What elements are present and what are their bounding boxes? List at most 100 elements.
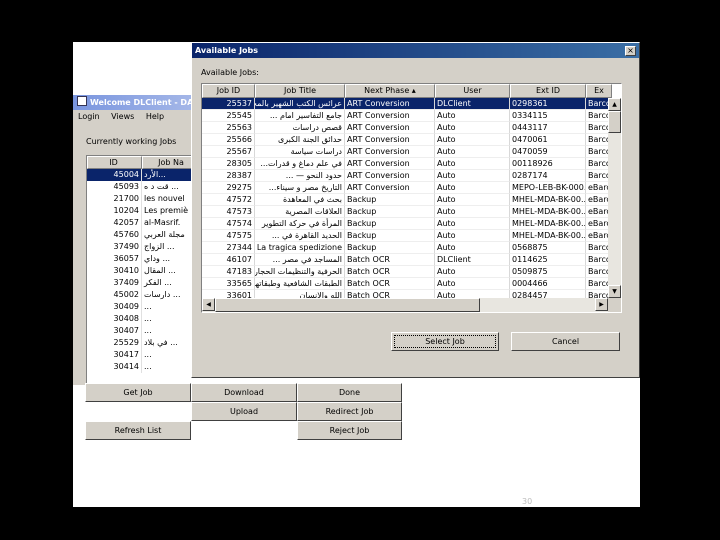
table-row[interactable]: 25567 دراسات سياسة ART Conversion Auto 04700… [202, 146, 612, 158]
job-id-cell: 28387 [202, 170, 255, 182]
scroll-down-icon[interactable]: ▼ [608, 285, 621, 298]
table-row[interactable]: 30410 المقال ... [87, 265, 198, 277]
user-cell: Auto [435, 158, 510, 170]
table-row[interactable]: 30407... [87, 325, 198, 337]
job-id-cell: 30414 [87, 361, 142, 373]
table-row[interactable]: 47572 بحث في المعاهدة Backup Auto MHEL-MDA-B… [202, 194, 612, 206]
column-header-job-title[interactable]: Job Title [255, 84, 345, 98]
table-row[interactable]: 25566 حدائق الجنة الكبرى ART Conversion Aut… [202, 134, 612, 146]
scroll-left-icon[interactable]: ◀ [202, 298, 215, 311]
column-header-ex[interactable]: Ex [586, 84, 612, 98]
table-row[interactable]: 47574 المرأة في حركة التطوير Backup Auto MHE… [202, 218, 612, 230]
table-row[interactable]: 29275 التاريخ مصر و سيناء... ART Conversio… [202, 182, 612, 194]
ext-id-cell: 0004466 [510, 278, 586, 290]
menu-views[interactable]: Views [111, 112, 134, 121]
table-row[interactable]: 45760 مجلة العربي [87, 229, 198, 241]
currently-working-label: Currently working Jobs [86, 137, 177, 146]
next-phase-label: Next Phase [364, 86, 410, 95]
next-phase-cell: Backup [345, 230, 435, 242]
user-cell: Auto [435, 182, 510, 194]
job-id-cell: 46107 [202, 254, 255, 266]
vertical-scroll-thumb[interactable] [608, 111, 621, 133]
table-row[interactable]: 30408... [87, 313, 198, 325]
sort-arrow-icon: ▴ [411, 86, 416, 95]
column-header-job-id[interactable]: Job ID [202, 84, 255, 98]
job-name-cell: المقال ... [142, 265, 198, 277]
job-id-cell: 47575 [202, 230, 255, 242]
table-row[interactable]: 46107 المساجد في مصر ... Batch OCR DLClient… [202, 254, 612, 266]
dlclient-title: Welcome DLClient - DAF [90, 98, 197, 107]
current-jobs-rows: 45004 الأرد... 45093 قت د ه ... 21700 les nou… [87, 169, 198, 373]
table-row[interactable]: 47573 العلاقات المصرية Backup Auto MHEL-MDA-… [202, 206, 612, 218]
job-title-cell: La tragica spedizione ... [255, 242, 345, 254]
ext-id-cell: MEPO-LEB-BK-000... [510, 182, 586, 194]
scroll-right-icon[interactable]: ▶ [595, 298, 608, 311]
table-row[interactable]: 28305 في علم دماغ و قدرات... ART Conversio… [202, 158, 612, 170]
column-header-id[interactable]: ID [87, 156, 142, 169]
table-row[interactable]: 30409... [87, 301, 198, 313]
download-button[interactable]: Download [191, 383, 297, 402]
table-row[interactable]: 45004 الأرد... [87, 169, 198, 181]
redirect-job-button[interactable]: Redirect Job [297, 402, 402, 421]
horizontal-scroll-thumb[interactable] [215, 298, 480, 312]
table-row[interactable]: 25545 جامع التفاسير امام ... ART Conversio… [202, 110, 612, 122]
horizontal-scrollbar[interactable]: ◀ ▶ [202, 298, 608, 312]
table-row[interactable]: 33565 الطبقات الشافعية وطبقاتهم Batch OCR A… [202, 278, 612, 290]
next-phase-cell: Backup [345, 218, 435, 230]
table-row[interactable]: 47575 الحديد القاهرة في ... Backup Auto MHEL… [202, 230, 612, 242]
table-row[interactable]: 30417... [87, 349, 198, 361]
job-id-cell: 27344 [202, 242, 255, 254]
table-row[interactable]: 10204 Les premiè [87, 205, 198, 217]
table-row[interactable]: 25529 في بلاد ... [87, 337, 198, 349]
scroll-up-icon[interactable]: ▲ [608, 98, 621, 111]
job-title-cell: بحث في المعاهدة [255, 194, 345, 206]
job-name-cell: ... [142, 313, 198, 325]
job-id-cell: 37409 [87, 277, 142, 289]
close-icon[interactable]: × [625, 46, 636, 56]
job-id-cell: 47573 [202, 206, 255, 218]
ext-id-cell: 0509875 [510, 266, 586, 278]
table-row[interactable]: 37490 الزواج ... [87, 241, 198, 253]
reject-job-button[interactable]: Reject Job [297, 421, 402, 440]
table-row[interactable]: 30414... [87, 361, 198, 373]
menu-help[interactable]: Help [146, 112, 164, 121]
available-jobs-dialog: Available Jobs × Available Jobs: Job ID … [191, 42, 640, 378]
ext-id-cell: 0470059 [510, 146, 586, 158]
cancel-button[interactable]: Cancel [511, 332, 620, 351]
table-row[interactable]: 25537عرائس الكتب الشهير بالمختارART Conv… [202, 98, 612, 110]
table-row[interactable]: 28387 حدود النحو — ... ART Conversion Auto 0… [202, 170, 612, 182]
job-title-cell: المرأة في حركة التطوير [255, 218, 345, 230]
upload-button[interactable]: Upload [191, 402, 297, 421]
table-row[interactable]: 21700 les nouvel [87, 193, 198, 205]
user-cell: Auto [435, 146, 510, 158]
user-cell: Auto [435, 122, 510, 134]
table-row[interactable]: 36057 وداي ... [87, 253, 198, 265]
vertical-scrollbar[interactable]: ▲ ▼ [608, 98, 621, 298]
table-row[interactable]: 27344La tragica spedizione ...BackupAuto… [202, 242, 612, 254]
next-phase-cell: ART Conversion [345, 122, 435, 134]
ext-id-cell: 0114625 [510, 254, 586, 266]
table-row[interactable]: 25563 قصص دراسات ART Conversion Auto 0443117… [202, 122, 612, 134]
select-job-button[interactable]: Select Job [391, 332, 499, 351]
table-row[interactable]: 42057 al-Masrif. [87, 217, 198, 229]
column-header-job-name[interactable]: Job Na [142, 156, 198, 169]
client-button-panel: Get Job Download Done Upload Redirect Jo… [85, 383, 402, 440]
job-name-cell: les nouvel [142, 193, 198, 205]
refresh-list-button[interactable]: Refresh List [85, 421, 191, 440]
table-row[interactable]: 47183 الحرفية والتنظيمات الحجارية Batch OC… [202, 266, 612, 278]
menu-login[interactable]: Login [78, 112, 100, 121]
available-jobs-table: Job ID Job Title Next Phase ▴ User Ext I… [201, 83, 622, 313]
ext-id-cell: MHEL-MDA-BK-00... [510, 218, 586, 230]
table-row[interactable]: 37409 الفكر ... [87, 277, 198, 289]
job-id-cell: 25567 [202, 146, 255, 158]
done-button[interactable]: Done [297, 383, 402, 402]
scroll-corner [608, 298, 621, 312]
column-header-ext-id[interactable]: Ext ID [510, 84, 586, 98]
get-job-button[interactable]: Get Job [85, 383, 191, 402]
column-header-next-phase[interactable]: Next Phase ▴ [345, 84, 435, 98]
table-row[interactable]: 45002 دارسات ... [87, 289, 198, 301]
column-header-user[interactable]: User [435, 84, 510, 98]
job-title-cell: حدائق الجنة الكبرى [255, 134, 345, 146]
next-phase-cell: Batch OCR [345, 254, 435, 266]
table-row[interactable]: 45093 قت د ه ... [87, 181, 198, 193]
